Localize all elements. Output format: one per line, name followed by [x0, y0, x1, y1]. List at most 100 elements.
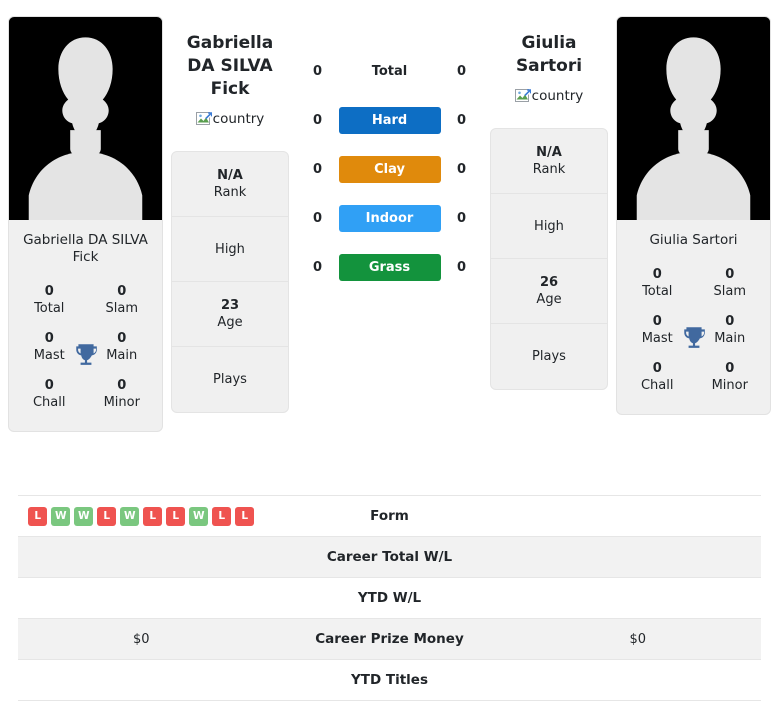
- form-badge-win[interactable]: W: [189, 506, 209, 526]
- title-stat-chall: 0 Chall: [621, 353, 694, 400]
- info-label: High: [534, 218, 564, 234]
- title-stat-value: 0: [725, 361, 735, 376]
- right-surface-count-indoor: 0: [456, 211, 467, 226]
- info-label: High: [215, 241, 245, 257]
- surface-comparison: 0 Total 0 0 Hard 0 0 Clay 0 0 Indoor 0 0…: [289, 8, 490, 281]
- trophy-icon: [73, 341, 99, 367]
- broken-image-icon: [195, 112, 212, 125]
- title-stat-value: 0: [44, 284, 54, 299]
- title-stat-label: Slam: [105, 301, 139, 316]
- form-badge-loss[interactable]: L: [235, 506, 255, 526]
- left-player-photo: [9, 17, 162, 220]
- title-stat-label: Total: [642, 284, 673, 299]
- title-stat-total: 0 Total: [621, 259, 694, 306]
- info-label: Age: [217, 315, 243, 330]
- table-row-label-ytd-titles: YTD Titles: [351, 672, 428, 688]
- title-stat-label: Chall: [32, 395, 66, 410]
- left-player-country-label: country: [212, 111, 265, 127]
- table-row-form: LWWLWLLWLL Form: [18, 496, 761, 537]
- info-row-high: High: [491, 194, 607, 259]
- form-badge-loss[interactable]: L: [212, 506, 232, 526]
- left-player-titles-grid: 0 Total 0 Slam 0 Mast 0 Main 0 Chall 0 M…: [9, 276, 162, 431]
- form-badge-win[interactable]: W: [74, 506, 94, 526]
- left-player-info-column: Gabriella DA SILVA Fick country N/A Rank…: [171, 8, 289, 413]
- info-label: Age: [536, 292, 562, 307]
- left-player-country: country: [195, 111, 265, 127]
- title-stat-label: Total: [34, 301, 65, 316]
- form-badge-loss[interactable]: L: [166, 506, 186, 526]
- right-surface-count-clay: 0: [456, 162, 467, 177]
- player-comparison-section: Gabriella DA SILVA Fick 0 Total 0 Slam 0…: [0, 0, 779, 495]
- table-row-career-prize-money: $0 Career Prize Money $0: [18, 619, 761, 660]
- table-row-label-career-total-wl: Career Total W/L: [326, 549, 453, 565]
- form-badge-loss[interactable]: L: [28, 506, 48, 526]
- left-player-card-name: Gabriella DA SILVA Fick: [23, 232, 148, 265]
- title-stat-value: 0: [117, 378, 127, 393]
- info-row-age: 23 Age: [172, 282, 288, 347]
- right-career-prize-money: $0: [629, 631, 647, 647]
- right-player-card-name: Giulia Sartori: [649, 232, 738, 248]
- info-row-age: 26 Age: [491, 259, 607, 324]
- right-player-card[interactable]: Giulia Sartori 0 Total 0 Slam 0 Mast 0 M…: [616, 16, 771, 415]
- info-value: 26: [539, 275, 559, 290]
- surface-label-clay: Clay: [338, 156, 441, 183]
- left-surface-count-grass: 0: [312, 260, 323, 275]
- surface-row-clay: 0 Clay 0: [289, 156, 490, 183]
- left-career-prize-money: $0: [132, 631, 150, 647]
- form-badge-win[interactable]: W: [51, 506, 71, 526]
- left-surface-count-total: 0: [312, 64, 323, 79]
- info-label: Rank: [213, 185, 247, 200]
- left-player-card[interactable]: Gabriella DA SILVA Fick 0 Total 0 Slam 0…: [8, 16, 163, 432]
- left-player-info-box: N/A Rank High 23 Age Plays: [171, 151, 289, 413]
- info-label: Plays: [532, 349, 566, 364]
- title-stat-value: 0: [725, 267, 735, 282]
- right-surface-count-hard: 0: [456, 113, 467, 128]
- surface-row-grass: 0 Grass 0: [289, 254, 490, 281]
- table-row-ytd-wl: YTD W/L: [18, 578, 761, 619]
- right-player-info-column: Giulia Sartori country N/A Rank High 26 …: [490, 8, 608, 390]
- title-stat-value: 0: [44, 378, 54, 393]
- right-surface-count-grass: 0: [456, 260, 467, 275]
- info-row-rank: N/A Rank: [491, 129, 607, 194]
- right-player-titles-grid: 0 Total 0 Slam 0 Mast 0 Main 0 Chall 0 M…: [617, 259, 770, 414]
- info-row-plays: Plays: [491, 324, 607, 389]
- left-surface-count-hard: 0: [312, 113, 323, 128]
- table-row-career-total-wl: Career Total W/L: [18, 537, 761, 578]
- title-stat-minor: 0 Minor: [86, 370, 159, 417]
- right-player-photo: [617, 17, 770, 220]
- title-stat-label: Slam: [713, 284, 747, 299]
- surface-row-indoor: 0 Indoor 0: [289, 205, 490, 232]
- title-stat-chall: 0 Chall: [13, 370, 86, 417]
- info-value: N/A: [217, 168, 243, 183]
- broken-image-icon: [514, 89, 531, 102]
- form-badge-win[interactable]: W: [120, 506, 140, 526]
- surface-row-total: 0 Total 0: [289, 58, 490, 85]
- info-label: Plays: [213, 372, 247, 387]
- table-row-label-career-prize-money: Career Prize Money: [315, 631, 464, 647]
- left-form-badges: LWWLWLLWLL: [28, 506, 255, 526]
- title-stat-label: Chall: [640, 378, 674, 393]
- right-surface-count-total: 0: [456, 64, 467, 79]
- table-row-ytd-titles: YTD Titles: [18, 660, 761, 701]
- info-label: Rank: [532, 162, 566, 177]
- surface-label-hard: Hard: [338, 107, 441, 134]
- form-badge-loss[interactable]: L: [143, 506, 163, 526]
- title-stat-minor: 0 Minor: [694, 353, 767, 400]
- left-form-cell: LWWLWLLWLL: [18, 506, 265, 526]
- info-value: 23: [220, 298, 240, 313]
- surface-label-grass: Grass: [338, 254, 441, 281]
- right-player-country: country: [514, 88, 584, 104]
- title-stat-label: Minor: [711, 378, 748, 393]
- form-badge-loss[interactable]: L: [97, 506, 117, 526]
- info-row-rank: N/A Rank: [172, 152, 288, 217]
- title-stat-slam: 0 Slam: [86, 276, 159, 323]
- title-stat-slam: 0 Slam: [694, 259, 767, 306]
- left-surface-count-indoor: 0: [312, 211, 323, 226]
- right-player-name: Giulia Sartori: [515, 33, 583, 76]
- right-player-info-box: N/A Rank High 26 Age Plays: [490, 128, 608, 390]
- info-row-plays: Plays: [172, 347, 288, 412]
- left-player-name: Gabriella DA SILVA Fick: [186, 33, 274, 99]
- right-player-country-label: country: [531, 88, 584, 104]
- trophy-icon: [681, 324, 707, 350]
- table-row-label-form: Form: [370, 508, 409, 524]
